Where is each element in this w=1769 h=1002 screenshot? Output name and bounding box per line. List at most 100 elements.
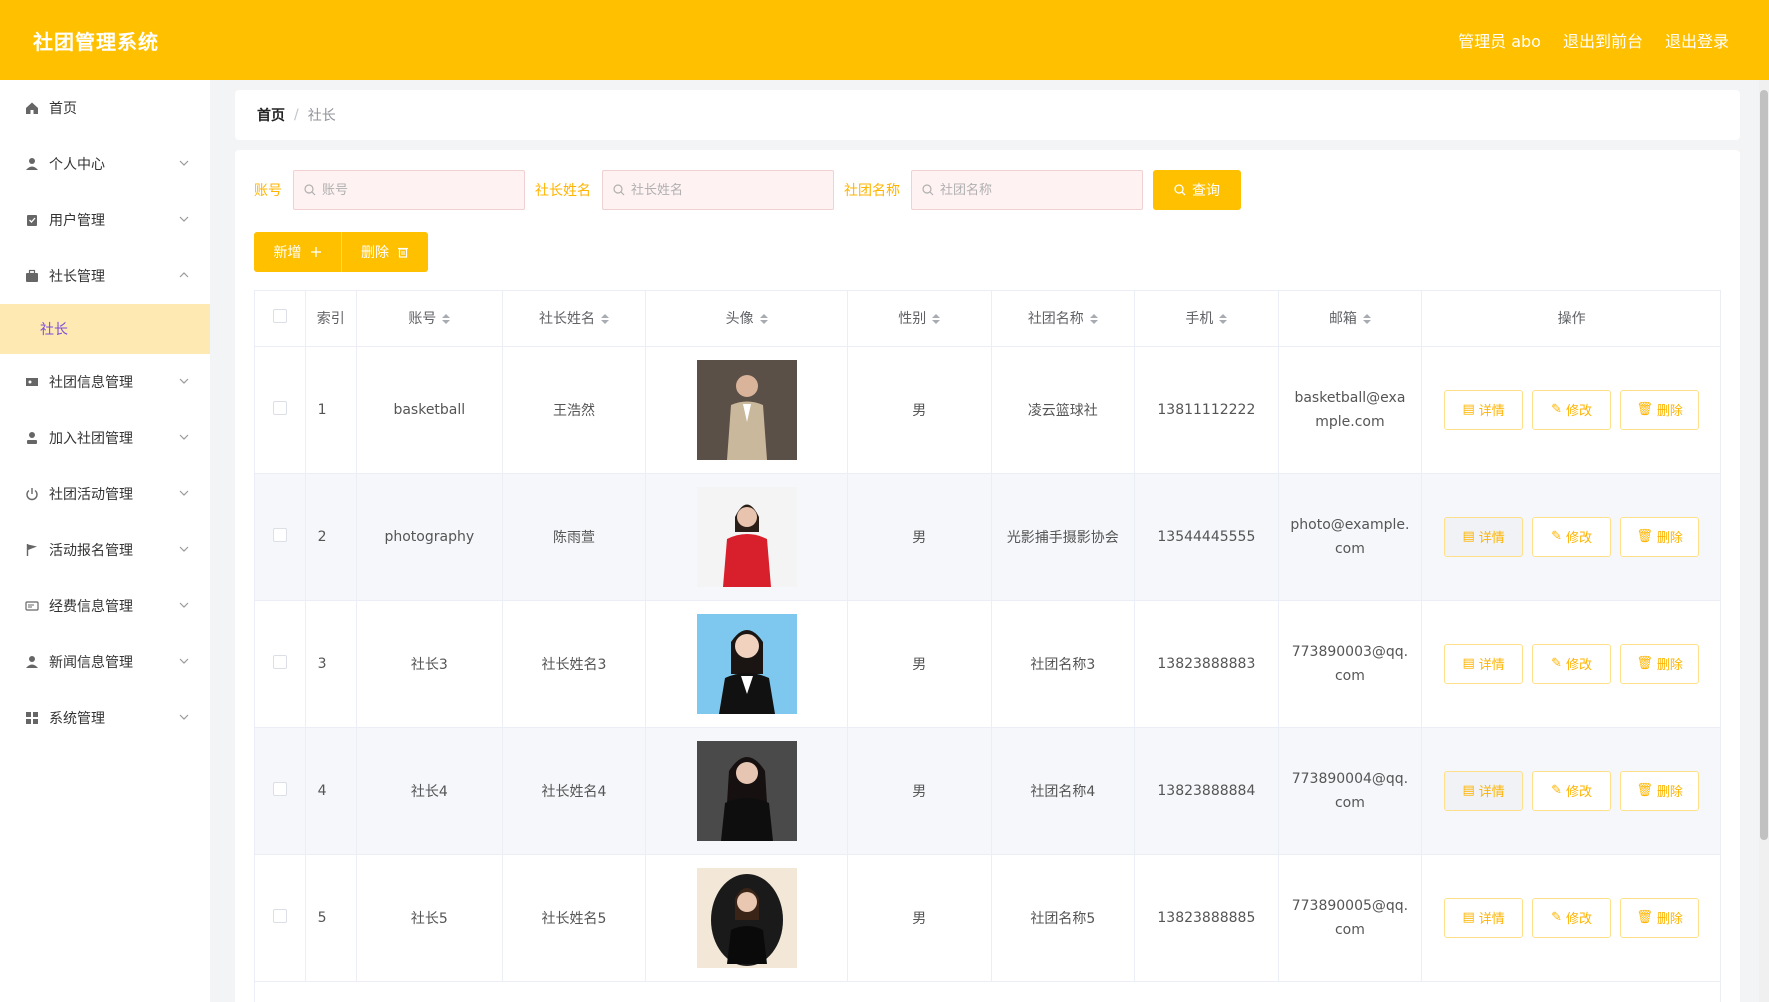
chevron-down-icon (178, 375, 192, 389)
sort-icon[interactable] (442, 314, 451, 325)
delete-button[interactable]: 🗑 删除 (1620, 770, 1700, 811)
club-input[interactable] (940, 182, 1130, 198)
row-checkbox[interactable] (272, 400, 287, 415)
sidebar-item-label: 新闻信息管理 (49, 655, 133, 671)
sidebar-item-personal[interactable]: 个人中心 (0, 136, 210, 192)
search-icon (304, 184, 316, 196)
cell-gender: 男 (847, 473, 992, 601)
detail-button[interactable]: ▤ 详情 (1444, 897, 1524, 938)
name-input[interactable] (631, 182, 821, 198)
detail-label: 详情 (1478, 531, 1505, 546)
edit-button[interactable]: ✎ 修改 (1532, 770, 1612, 811)
header-email[interactable]: 邮箱 (1278, 291, 1423, 347)
row-checkbox[interactable] (272, 781, 287, 796)
avatar-image[interactable] (696, 740, 797, 841)
select-all-checkbox[interactable] (272, 309, 287, 324)
sidebar-item-signup[interactable]: 活动报名管理 (0, 522, 210, 578)
sidebar-item-label: 社长管理 (49, 269, 105, 285)
delete-button[interactable]: 🗑 删除 (1620, 897, 1700, 938)
header-club[interactable]: 社团名称 (991, 291, 1136, 347)
admin-label[interactable]: 管理员 abo (1458, 28, 1541, 52)
query-button[interactable]: 查询 (1153, 170, 1241, 210)
cell-index: 4 (305, 727, 357, 855)
detail-button[interactable]: ▤ 详情 (1444, 643, 1524, 684)
header-avatar[interactable]: 头像 (645, 291, 848, 347)
avatar-image[interactable] (696, 486, 797, 587)
delete-label: 删除 (1656, 658, 1683, 673)
sidebar-item-join-club[interactable]: 加入社团管理 (0, 410, 210, 466)
account-field (293, 170, 525, 210)
delete-button[interactable]: 🗑 删除 (1620, 516, 1700, 557)
page-scrollbar[interactable] (1759, 80, 1769, 1002)
trash-icon: 🗑 (1636, 402, 1653, 417)
cell-ops: ▤ 详情 ✎ 修改 🗑 删除 (1421, 854, 1720, 982)
cell-email: 773890004@qq.com (1278, 727, 1423, 855)
cell-index: 3 (305, 600, 357, 728)
header-account[interactable]: 账号 (356, 291, 503, 347)
pencil-icon: ✎ (1551, 402, 1563, 417)
add-button[interactable]: 新增 (254, 232, 341, 272)
sidebar-item-users[interactable]: 用户管理 (0, 192, 210, 248)
trash-icon: 🗑 (1636, 529, 1653, 544)
edit-button[interactable]: ✎ 修改 (1532, 897, 1612, 938)
cell-ops: ▤ 详情 ✎ 修改 🗑 删除 (1421, 346, 1720, 474)
detail-label: 详情 (1478, 658, 1505, 673)
person-icon (24, 654, 40, 670)
front-link[interactable]: 退出到前台 (1563, 28, 1643, 52)
chevron-down-icon (178, 431, 192, 445)
sort-icon[interactable] (601, 314, 610, 325)
batch-delete-button[interactable]: 删除 (341, 232, 428, 272)
row-checkbox[interactable] (272, 654, 287, 669)
header-label: 账号 (408, 311, 437, 328)
cell-index: 5 (305, 854, 357, 982)
sidebar-item-system[interactable]: 系统管理 (0, 690, 210, 746)
trash-icon: 🗑 (1636, 910, 1653, 925)
detail-button[interactable]: ▤ 详情 (1444, 516, 1524, 557)
avatar-image[interactable] (696, 359, 797, 460)
scrollbar-thumb[interactable] (1760, 90, 1768, 840)
sidebar-subitem-president[interactable]: 社长 (0, 304, 210, 354)
trash-icon: 🗑 (1636, 656, 1653, 671)
edit-button[interactable]: ✎ 修改 (1532, 516, 1612, 557)
sort-icon[interactable] (759, 314, 768, 325)
pencil-icon: ✎ (1551, 783, 1563, 798)
sort-icon[interactable] (1089, 314, 1098, 325)
header-label: 手机 (1185, 311, 1214, 328)
row-checkbox[interactable] (272, 527, 287, 542)
account-input[interactable] (322, 182, 512, 198)
sidebar-item-news[interactable]: 新闻信息管理 (0, 634, 210, 690)
sort-icon[interactable] (1362, 314, 1371, 325)
avatar-image[interactable] (696, 613, 797, 714)
delete-button[interactable]: 🗑 删除 (1620, 389, 1700, 430)
header-phone[interactable]: 手机 (1134, 291, 1279, 347)
breadcrumb-current: 社长 (307, 108, 336, 124)
chevron-down-icon (178, 157, 192, 171)
header-name[interactable]: 社长姓名 (502, 291, 647, 347)
avatar-image[interactable] (696, 867, 797, 968)
sidebar-item-president[interactable]: 社长管理 (0, 248, 210, 304)
edit-button[interactable]: ✎ 修改 (1532, 389, 1612, 430)
home-icon (24, 100, 40, 116)
breadcrumb-home[interactable]: 首页 (257, 105, 285, 125)
card-icon (24, 598, 40, 614)
detail-button[interactable]: ▤ 详情 (1444, 770, 1524, 811)
sort-icon[interactable] (1219, 314, 1228, 325)
chevron-up-icon (178, 269, 192, 283)
main-area: 首页 / 社长 账号 社长姓名 社团名称 查询 (210, 80, 1759, 1002)
table-row: 2 photography 陈雨萱 男 光影捕手摄影协会 13544445555… (255, 473, 1720, 601)
sidebar-item-funds[interactable]: 经费信息管理 (0, 578, 210, 634)
cell-name: 王浩然 (502, 346, 647, 474)
sidebar-item-home[interactable]: 首页 (0, 80, 210, 136)
delete-button[interactable]: 🗑 删除 (1620, 643, 1700, 684)
edit-button[interactable]: ✎ 修改 (1532, 643, 1612, 684)
detail-button[interactable]: ▤ 详情 (1444, 389, 1524, 430)
row-checkbox[interactable] (272, 908, 287, 923)
header-label: 邮箱 (1328, 311, 1357, 328)
sidebar-item-club-info[interactable]: 社团信息管理 (0, 354, 210, 410)
sidebar-item-activities[interactable]: 社团活动管理 (0, 466, 210, 522)
search-icon (613, 184, 625, 196)
person-icon (24, 430, 40, 446)
logout-link[interactable]: 退出登录 (1665, 28, 1729, 52)
header-gender[interactable]: 性别 (847, 291, 992, 347)
sort-icon[interactable] (932, 314, 941, 325)
